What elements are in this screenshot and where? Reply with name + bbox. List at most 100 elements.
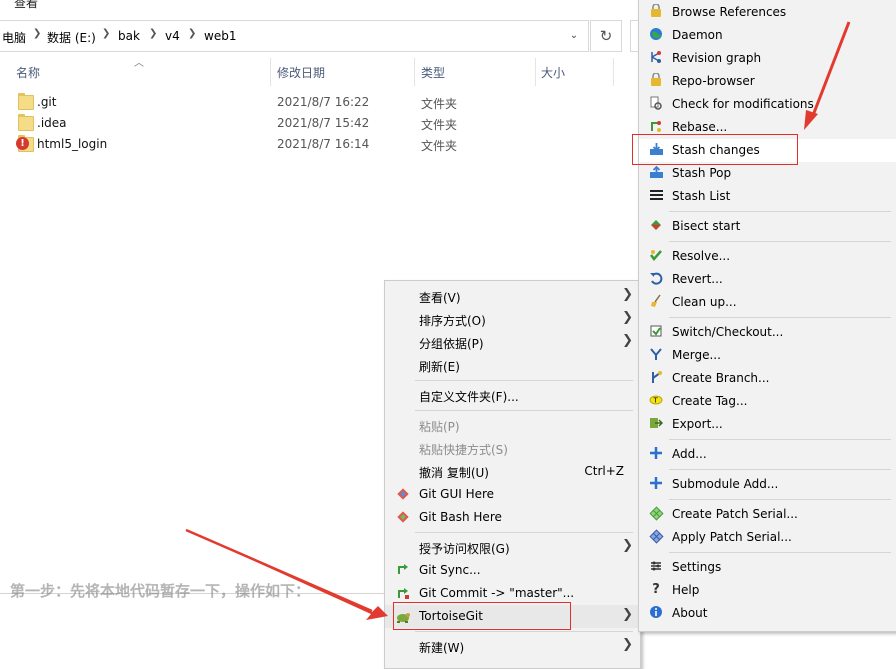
menu-item-grant-access[interactable]: 授予访问权限(G) ❯ — [385, 536, 640, 559]
chevron-down-icon[interactable]: ⌄ — [566, 26, 582, 46]
menu-separator — [415, 532, 633, 533]
menu-item-switch-checkout[interactable]: Switch/Checkout... — [639, 321, 896, 344]
menu-item-resolve[interactable]: Resolve... — [639, 245, 896, 268]
sort-ascending-icon: ︿ — [134, 58, 144, 69]
annotation-highlight-stash-changes — [632, 134, 798, 165]
merge-icon — [648, 347, 664, 363]
breadcrumb-pc[interactable]: 电脑 — [2, 29, 26, 46]
menu-item-submodule-add[interactable]: Submodule Add... — [639, 473, 896, 496]
menu-item-undo-copy[interactable]: 撤消 复制(U) Ctrl+Z — [385, 460, 640, 483]
menu-separator — [669, 552, 891, 553]
file-name: .git — [37, 95, 57, 109]
menu-item-stash-list[interactable]: Stash List — [639, 185, 896, 208]
menu-item-revert[interactable]: Revert... — [639, 268, 896, 291]
create-patch-icon — [648, 506, 664, 522]
menu-item-check-modifications[interactable]: Check for modifications — [639, 93, 896, 116]
column-divider[interactable] — [613, 58, 614, 86]
stash-pop-icon — [648, 165, 664, 181]
bisect-icon — [648, 218, 664, 234]
menu-item-label: Create Patch Serial... — [672, 507, 798, 521]
chevron-right-icon: ❯ — [33, 28, 42, 39]
column-divider[interactable] — [270, 58, 271, 86]
chevron-right-icon: ❯ — [622, 607, 633, 622]
column-header-type[interactable]: 类型 — [421, 64, 445, 81]
menu-item-repo-browser[interactable]: Repo-browser — [639, 70, 896, 93]
menu-item-browse-references[interactable]: Browse References — [639, 1, 896, 24]
menu-item-add[interactable]: Add... — [639, 443, 896, 466]
chevron-right-icon: ❯ — [149, 28, 158, 39]
menu-tab-view[interactable]: 查看 — [14, 0, 38, 11]
folder-icon — [18, 114, 34, 131]
revert-icon — [648, 271, 664, 287]
file-name: html5_login — [37, 137, 108, 151]
menu-item-view[interactable]: 查看(V) ❯ — [385, 285, 640, 308]
menu-item-apply-patch-serial[interactable]: Apply Patch Serial... — [639, 526, 896, 549]
menu-item-label: 排序方式(O) — [419, 314, 486, 328]
breadcrumb-web1[interactable]: web1 — [204, 29, 236, 43]
menu-item-label: Create Branch... — [672, 371, 770, 385]
file-row[interactable]: ! html5_login 2021/8/7 16:14 文件夹 — [0, 134, 600, 155]
menu-item-new[interactable]: 新建(W) ❯ — [385, 635, 640, 658]
daemon-icon — [648, 27, 664, 43]
tortoisegit-submenu: Browse References Daemon Revision graph … — [638, 0, 896, 632]
chevron-right-icon: ❯ — [622, 310, 633, 325]
menu-item-label: 新建(W) — [419, 641, 465, 655]
menu-item-label: Merge... — [672, 348, 721, 362]
browse-references-icon — [648, 3, 664, 20]
column-divider[interactable] — [535, 58, 536, 86]
menu-separator — [669, 241, 891, 242]
column-divider[interactable] — [414, 58, 415, 86]
menu-separator — [669, 499, 891, 500]
column-header-size[interactable]: 大小 — [541, 64, 565, 81]
menu-item-revision-graph[interactable]: Revision graph — [639, 47, 896, 70]
menu-item-daemon[interactable]: Daemon — [639, 24, 896, 47]
menu-item-customize-folder[interactable]: 自定义文件夹(F)... — [385, 384, 640, 407]
menu-item-label: Create Tag... — [672, 394, 748, 408]
stash-list-icon — [648, 188, 664, 204]
menu-item-label: Help — [672, 583, 700, 597]
menu-separator — [415, 380, 633, 381]
menu-item-paste-shortcut[interactable]: 粘贴快捷方式(S) — [385, 437, 640, 460]
menu-item-label: Submodule Add... — [672, 477, 779, 491]
menu-item-merge[interactable]: Merge... — [639, 344, 896, 367]
file-type: 文件夹 — [421, 139, 458, 153]
menu-item-stash-pop[interactable]: Stash Pop — [639, 162, 896, 185]
file-row[interactable]: .idea 2021/8/7 15:42 文件夹 — [0, 113, 600, 134]
annotation-highlight-tortoisegit — [393, 602, 571, 630]
menu-item-refresh[interactable]: 刷新(E) — [385, 354, 640, 377]
column-header-date[interactable]: 修改日期 — [277, 64, 325, 81]
menu-item-label: Git Bash Here — [419, 510, 502, 524]
menu-item-paste[interactable]: 粘贴(P) — [385, 414, 640, 437]
menu-item-create-branch[interactable]: Create Branch... — [639, 367, 896, 390]
menu-item-git-bash[interactable]: Git Bash Here — [385, 506, 640, 529]
menu-item-clean-up[interactable]: Clean up... — [639, 291, 896, 314]
check-modifications-icon — [648, 96, 664, 112]
git-sync-icon — [395, 563, 411, 579]
file-row[interactable]: .git 2021/8/7 16:22 文件夹 — [0, 92, 600, 113]
menu-item-bisect-start[interactable]: Bisect start — [639, 215, 896, 238]
menu-item-label: Revert... — [672, 272, 723, 286]
menu-item-export[interactable]: Export... — [639, 413, 896, 436]
git-bash-icon — [395, 510, 411, 526]
menu-item-label: 撤消 复制(U) — [419, 466, 489, 480]
file-date: 2021/8/7 15:42 — [277, 116, 370, 130]
git-commit-icon — [395, 586, 411, 602]
menu-item-settings[interactable]: Settings — [639, 556, 896, 579]
menu-item-create-tag[interactable]: T Create Tag... — [639, 390, 896, 413]
menu-item-git-sync[interactable]: Git Sync... — [385, 559, 640, 582]
menu-item-git-gui[interactable]: Git GUI Here — [385, 483, 640, 506]
menu-item-create-patch-serial[interactable]: Create Patch Serial... — [639, 503, 896, 526]
menu-item-about[interactable]: About — [639, 602, 896, 625]
column-header-name[interactable]: 名称 — [16, 64, 40, 81]
breadcrumb-bak[interactable]: bak — [118, 29, 140, 43]
menu-item-label: Resolve... — [672, 249, 731, 263]
refresh-button[interactable]: ↻ — [590, 20, 622, 52]
address-bar[interactable]: 电脑 ❯ 数据 (E:) ❯ bak ❯ v4 ❯ web1 — [0, 20, 589, 52]
breadcrumb-drive[interactable]: 数据 (E:) — [47, 29, 96, 46]
chevron-right-icon: ❯ — [102, 28, 111, 39]
breadcrumb-v4[interactable]: v4 — [165, 29, 180, 43]
rebase-icon — [648, 119, 664, 135]
menu-item-group[interactable]: 分组依据(P) ❯ — [385, 331, 640, 354]
menu-item-help[interactable]: ? Help — [639, 579, 896, 602]
menu-item-sort[interactable]: 排序方式(O) ❯ — [385, 308, 640, 331]
